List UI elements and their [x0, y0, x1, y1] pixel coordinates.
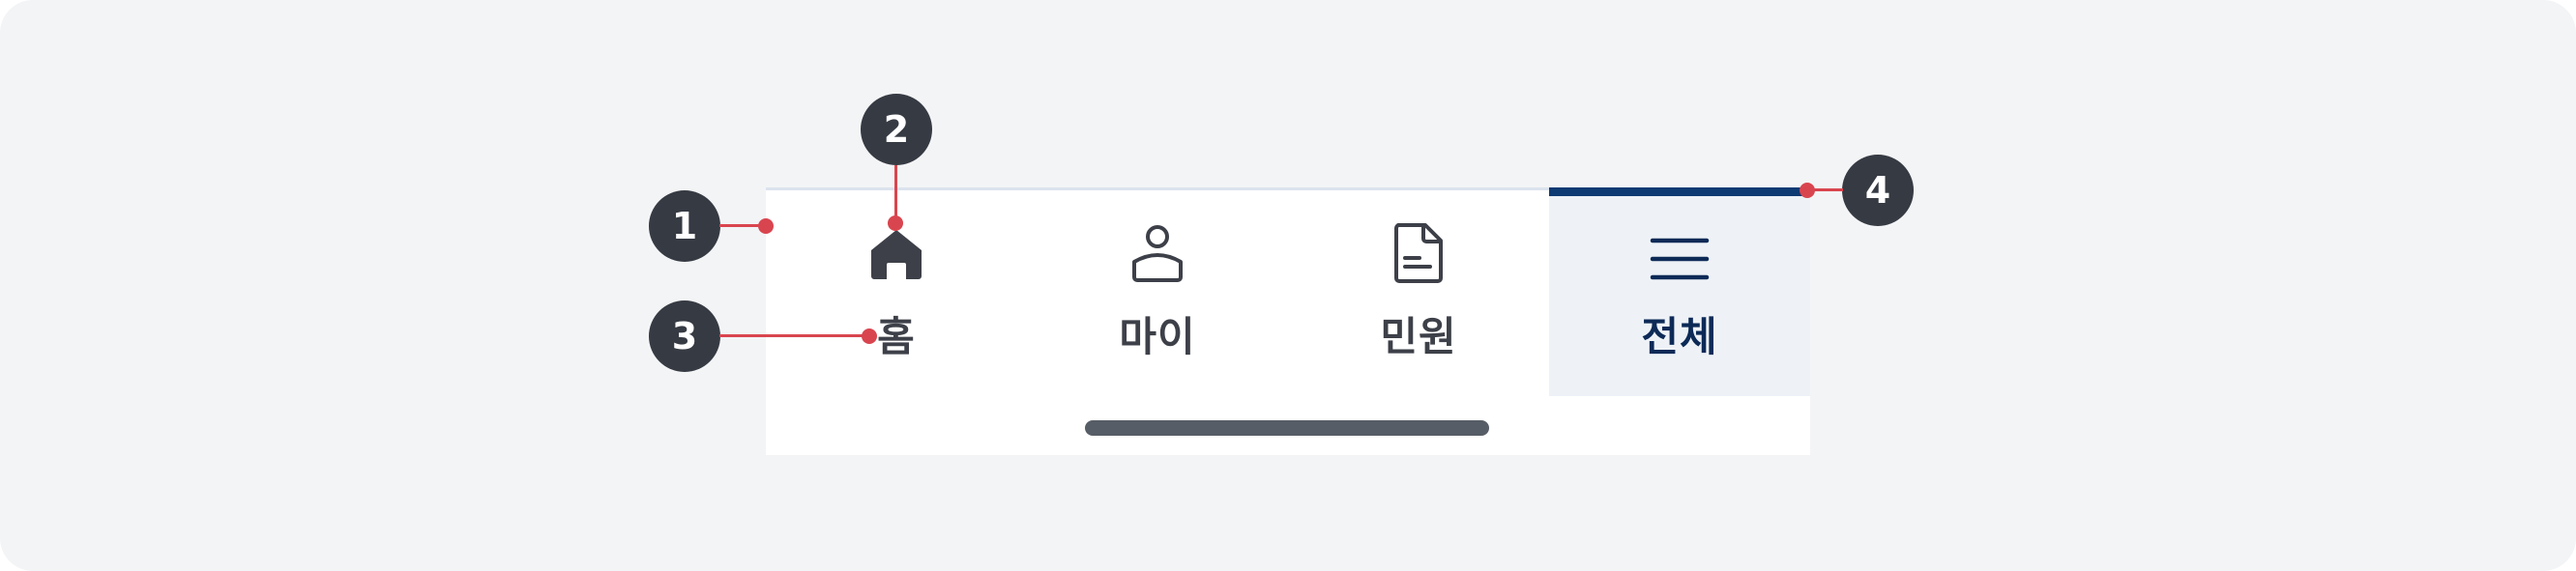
- bottom-navigation-bar: 홈 마이 민원 전체: [766, 187, 1810, 455]
- home-indicator-bar[interactable]: [1085, 420, 1489, 436]
- home-icon: [766, 225, 1027, 283]
- callout-badge-4: 4: [1842, 155, 1914, 226]
- callout-dot-4: [1800, 183, 1815, 198]
- callout-dot-3: [862, 328, 877, 344]
- tab-all-menu[interactable]: 전체: [1549, 187, 1810, 396]
- callout-leader-3: [719, 334, 869, 337]
- callout-badge-3: 3: [649, 300, 720, 372]
- tab-civil-petition[interactable]: 민원: [1288, 190, 1549, 396]
- callout-badge-2: 2: [861, 94, 932, 165]
- callout-leader-4: [1810, 188, 1843, 191]
- tab-civil-petition-label: 민원: [1380, 313, 1457, 360]
- active-tab-indicator: [1549, 187, 1810, 196]
- callout-dot-2: [888, 215, 903, 231]
- callout-leader-2: [894, 165, 897, 223]
- person-icon: [1027, 225, 1288, 283]
- callout-badge-1: 1: [649, 190, 720, 262]
- menu-icon: [1549, 225, 1810, 283]
- tab-my-label: 마이: [1119, 313, 1196, 360]
- document-icon: [1288, 223, 1549, 283]
- tab-all-menu-label: 전체: [1641, 313, 1718, 360]
- tab-my[interactable]: 마이: [1027, 190, 1288, 396]
- annotation-canvas: 홈 마이 민원 전체 1 2 3 4: [0, 0, 2576, 571]
- callout-dot-1: [758, 218, 774, 234]
